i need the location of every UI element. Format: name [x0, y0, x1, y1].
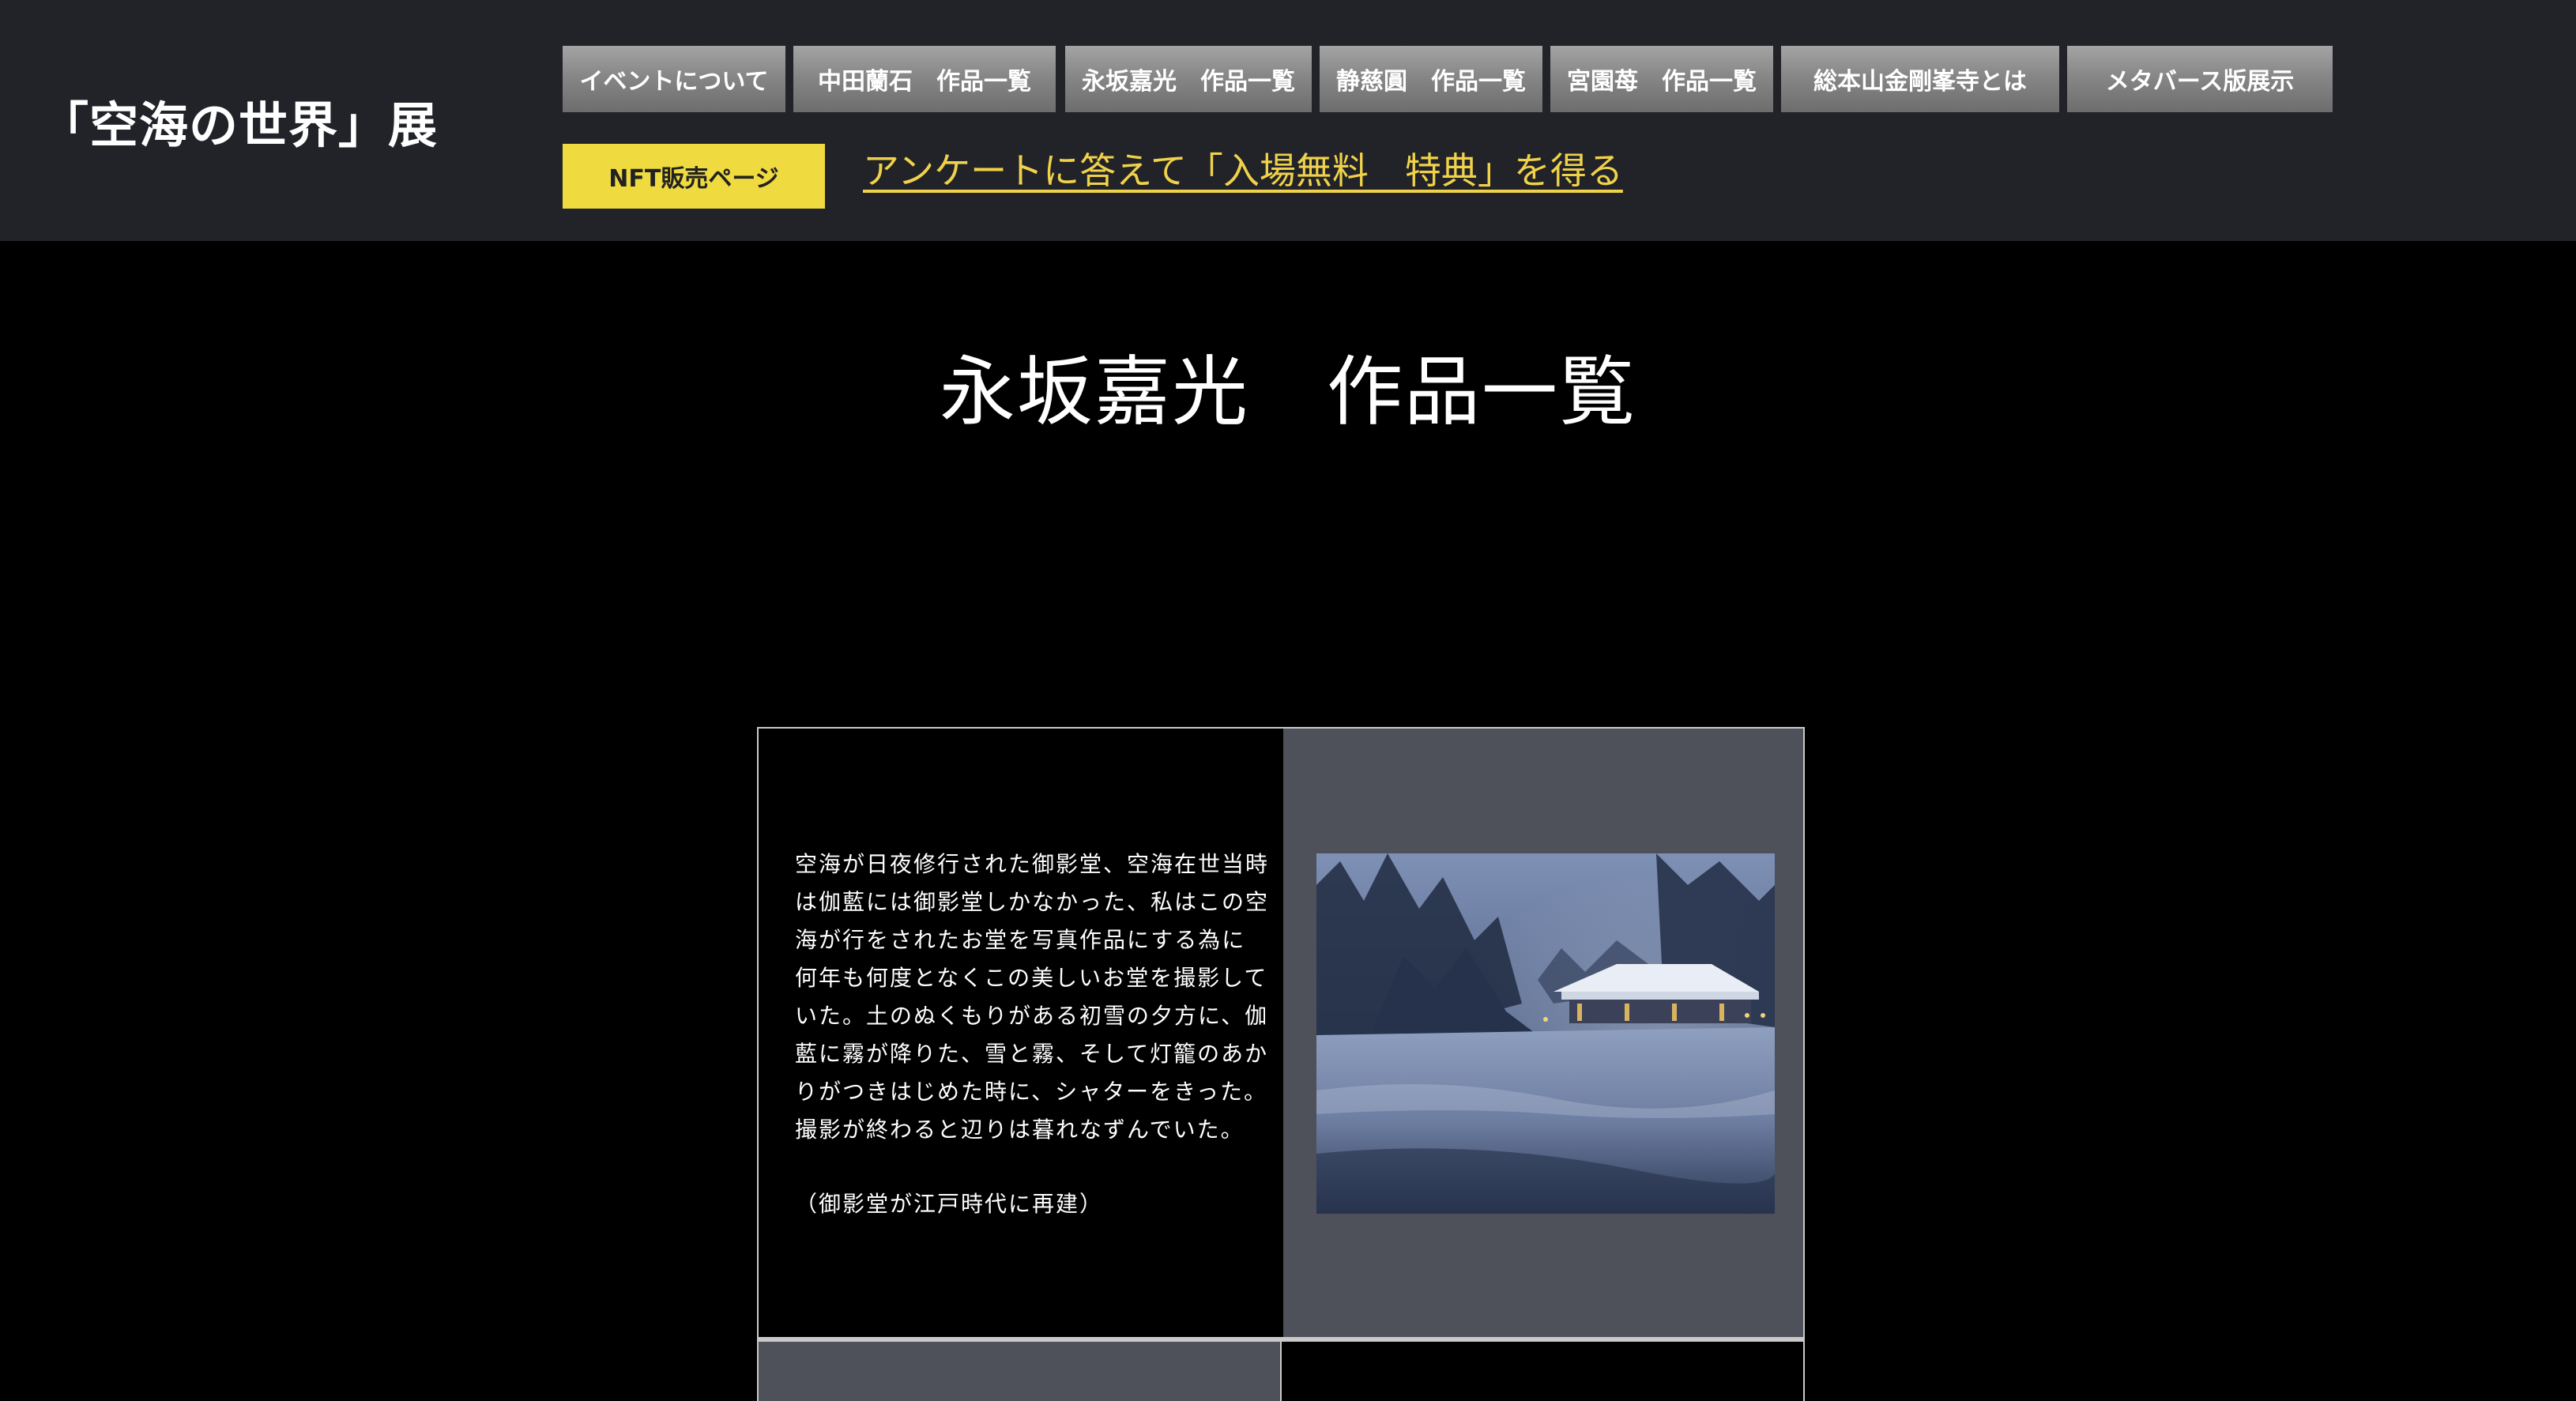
nav-nakata-works[interactable]: 中田蘭石 作品一覧	[793, 46, 1056, 112]
work-description: 空海が日夜修行された御影堂、空海在世当時は伽藍には御影堂しかなかった、私はこの空…	[795, 851, 1270, 1143]
work-text-cell-2	[1280, 1339, 1805, 1401]
nav-event-about[interactable]: イベントについて	[563, 46, 785, 112]
nav-miyazono-works[interactable]: 宮園苺 作品一覧	[1550, 46, 1773, 112]
work-image-cell-2	[757, 1339, 1280, 1401]
work-text-cell: 空海が日夜修行された御影堂、空海在世当時は伽藍には御影堂しかなかった、私はこの空…	[757, 727, 1283, 1339]
nav-metaverse[interactable]: メタバース版展示	[2067, 46, 2333, 112]
page-title: 永坂嘉光 作品一覧	[940, 348, 1636, 436]
site-title[interactable]: 「空海の世界」展	[40, 85, 438, 156]
nft-sales-button[interactable]: NFT販売ページ	[563, 144, 825, 209]
work-note: （御影堂が江戸時代に再建）	[795, 1191, 1104, 1217]
nav-nagasaka-works[interactable]: 永坂嘉光 作品一覧	[1065, 46, 1312, 112]
mieido-snow-photo[interactable]	[1316, 853, 1775, 1214]
survey-link[interactable]: アンケートに答えて「入場無料 特典」を得る	[863, 142, 1623, 194]
site-header: 「空海の世界」展 イベントについて 中田蘭石 作品一覧 永坂嘉光 作品一覧 静慈…	[0, 0, 2576, 241]
nav-shizuka-works[interactable]: 静慈圓 作品一覧	[1320, 46, 1542, 112]
nav-kongobuji-about[interactable]: 総本山金剛峯寺とは	[1781, 46, 2059, 112]
